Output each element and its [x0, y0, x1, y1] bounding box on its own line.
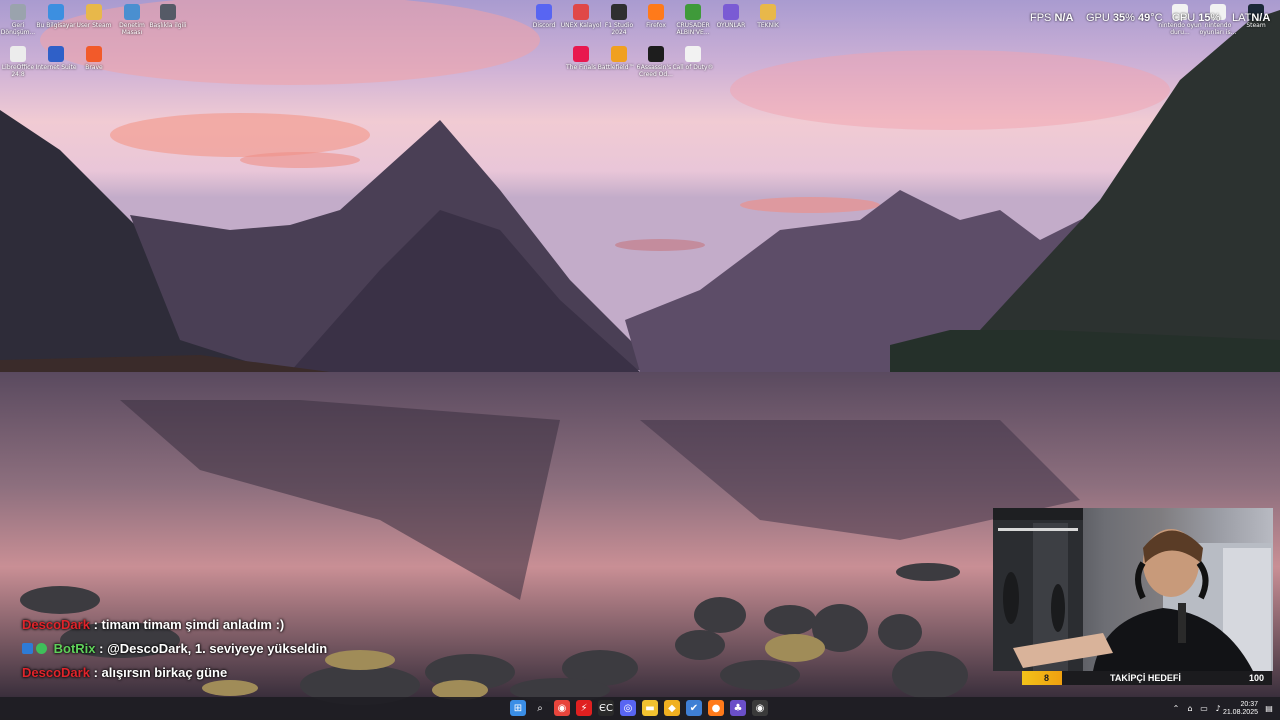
- chat-text: : @DescoDark, 1. seviyeye yükseldin: [99, 641, 328, 656]
- follower-goal-current: 8: [1044, 673, 1050, 683]
- follower-goal-fill: [1022, 671, 1062, 685]
- folder-icon: [86, 4, 102, 20]
- follower-goal-title: TAKİPÇİ HEDEFİ: [1110, 673, 1181, 683]
- gpu-unit: %: [1125, 12, 1135, 24]
- tree-icon: [685, 4, 701, 20]
- brave-icon: [86, 46, 102, 62]
- discord-icon[interactable]: ◎: [620, 700, 636, 716]
- follower-goal-target: 100: [1248, 673, 1264, 683]
- desktop-shortcut-label: Call of Duty®: [672, 64, 714, 71]
- finals-icon: [573, 46, 589, 62]
- f1-icon: [611, 4, 627, 20]
- desktop-shortcut-label: TEKNİK: [757, 22, 779, 29]
- lat-readout: LATN/A: [1232, 12, 1270, 24]
- chat-message: DescoDark : alışırsın birkaç güne: [22, 662, 327, 686]
- fps-readout: FPS N/A: [1030, 12, 1073, 24]
- desktop-shortcut[interactable]: Başlıkla ilgili: [146, 4, 190, 29]
- desktop-shortcut[interactable]: Brave: [72, 46, 116, 71]
- taskbar: ⊞ ⌕ ◉ ⚡ ЄC ◎ ▬ ◆ ✔ ● ♣ ◉ ⌃ ⌂ ▭ ♪ 20:37 21.08.2025 ▤: [0, 697, 1280, 720]
- chat-message: DescoDark : timam timam şimdi anladım :): [22, 614, 327, 638]
- clock-date: 21.08.2025: [1222, 709, 1258, 716]
- app-check-icon[interactable]: ✔: [686, 700, 702, 716]
- chat-text: : alışırsın birkaç güne: [93, 665, 228, 680]
- control-panel-icon: [124, 4, 140, 20]
- firefox-icon[interactable]: ●: [708, 700, 724, 716]
- desktop-shortcut-label: Brave: [85, 64, 103, 71]
- obs-icon[interactable]: ◉: [752, 700, 768, 716]
- discord-icon: [536, 4, 552, 20]
- chat-text: : timam timam şimdi anladım :): [93, 617, 285, 632]
- chat-message: BotRix : @DescoDark, 1. seviyeye yükseld…: [22, 638, 327, 662]
- app-purple-icon[interactable]: ♣: [730, 700, 746, 716]
- gpu-readout: GPU 35% 49°C: [1086, 12, 1163, 24]
- desktop-shortcut[interactable]: TEKNİK: [746, 4, 790, 29]
- follower-goal: 8 TAKİPÇİ HEDEFİ 100: [1022, 671, 1272, 685]
- start-button[interactable]: ⊞: [510, 700, 526, 716]
- file-explorer-icon[interactable]: ▬: [642, 700, 658, 716]
- lat-value: N/A: [1251, 12, 1271, 24]
- games-folder-icon: [723, 4, 739, 20]
- verified-badge-icon: [36, 643, 47, 654]
- gpu-temp-unit: °C: [1150, 12, 1163, 24]
- chat-username: BotRix: [53, 641, 96, 656]
- bot-badge-icon: [22, 643, 33, 654]
- stream-chat: DescoDark : timam timam şimdi anladım :)…: [22, 614, 327, 686]
- app-red-icon[interactable]: ⚡: [576, 700, 592, 716]
- search-icon[interactable]: ⌕: [532, 700, 548, 716]
- assassins-icon: [648, 46, 664, 62]
- document-icon: [685, 46, 701, 62]
- folder-icon: [760, 4, 776, 20]
- gpu-label: GPU: [1086, 12, 1110, 24]
- fps-label: FPS: [1030, 12, 1052, 24]
- cpu-unit: %: [1210, 12, 1221, 24]
- libreoffice-icon: [10, 46, 26, 62]
- app-ec-icon[interactable]: ЄC: [598, 700, 614, 716]
- cpu-label: CPU: [1172, 12, 1196, 24]
- webcam-feed: [993, 508, 1273, 671]
- app-yellow-icon[interactable]: ◆: [664, 700, 680, 716]
- battlefield-icon: [611, 46, 627, 62]
- chrome-icon[interactable]: ◉: [554, 700, 570, 716]
- cpu-value: 15: [1198, 12, 1211, 24]
- webcam-scene: [993, 508, 1273, 671]
- firefox-icon: [648, 4, 664, 20]
- lat-label: LAT: [1232, 12, 1252, 24]
- recycle-bin-icon: [10, 4, 26, 20]
- fps-value: N/A: [1054, 12, 1074, 24]
- chat-username: DescoDark: [22, 617, 90, 632]
- computer-icon: [48, 4, 64, 20]
- notification-icon[interactable]: ▤: [1261, 700, 1277, 716]
- x-app-icon: [573, 4, 589, 20]
- desktop-shortcut[interactable]: Call of Duty®: [671, 46, 715, 71]
- clock-time: 20:37: [1240, 701, 1258, 708]
- desktop-shortcut-label: Başlıkla ilgili: [149, 22, 187, 29]
- chat-username: DescoDark: [22, 665, 90, 680]
- cpu-readout: CPU 15%: [1172, 12, 1220, 24]
- file-icon: [160, 4, 176, 20]
- gpu-temp: 49: [1138, 12, 1151, 24]
- shield-app-icon: [48, 46, 64, 62]
- system-clock[interactable]: 20:37 21.08.2025: [1222, 701, 1258, 717]
- gpu-value: 35: [1112, 12, 1126, 24]
